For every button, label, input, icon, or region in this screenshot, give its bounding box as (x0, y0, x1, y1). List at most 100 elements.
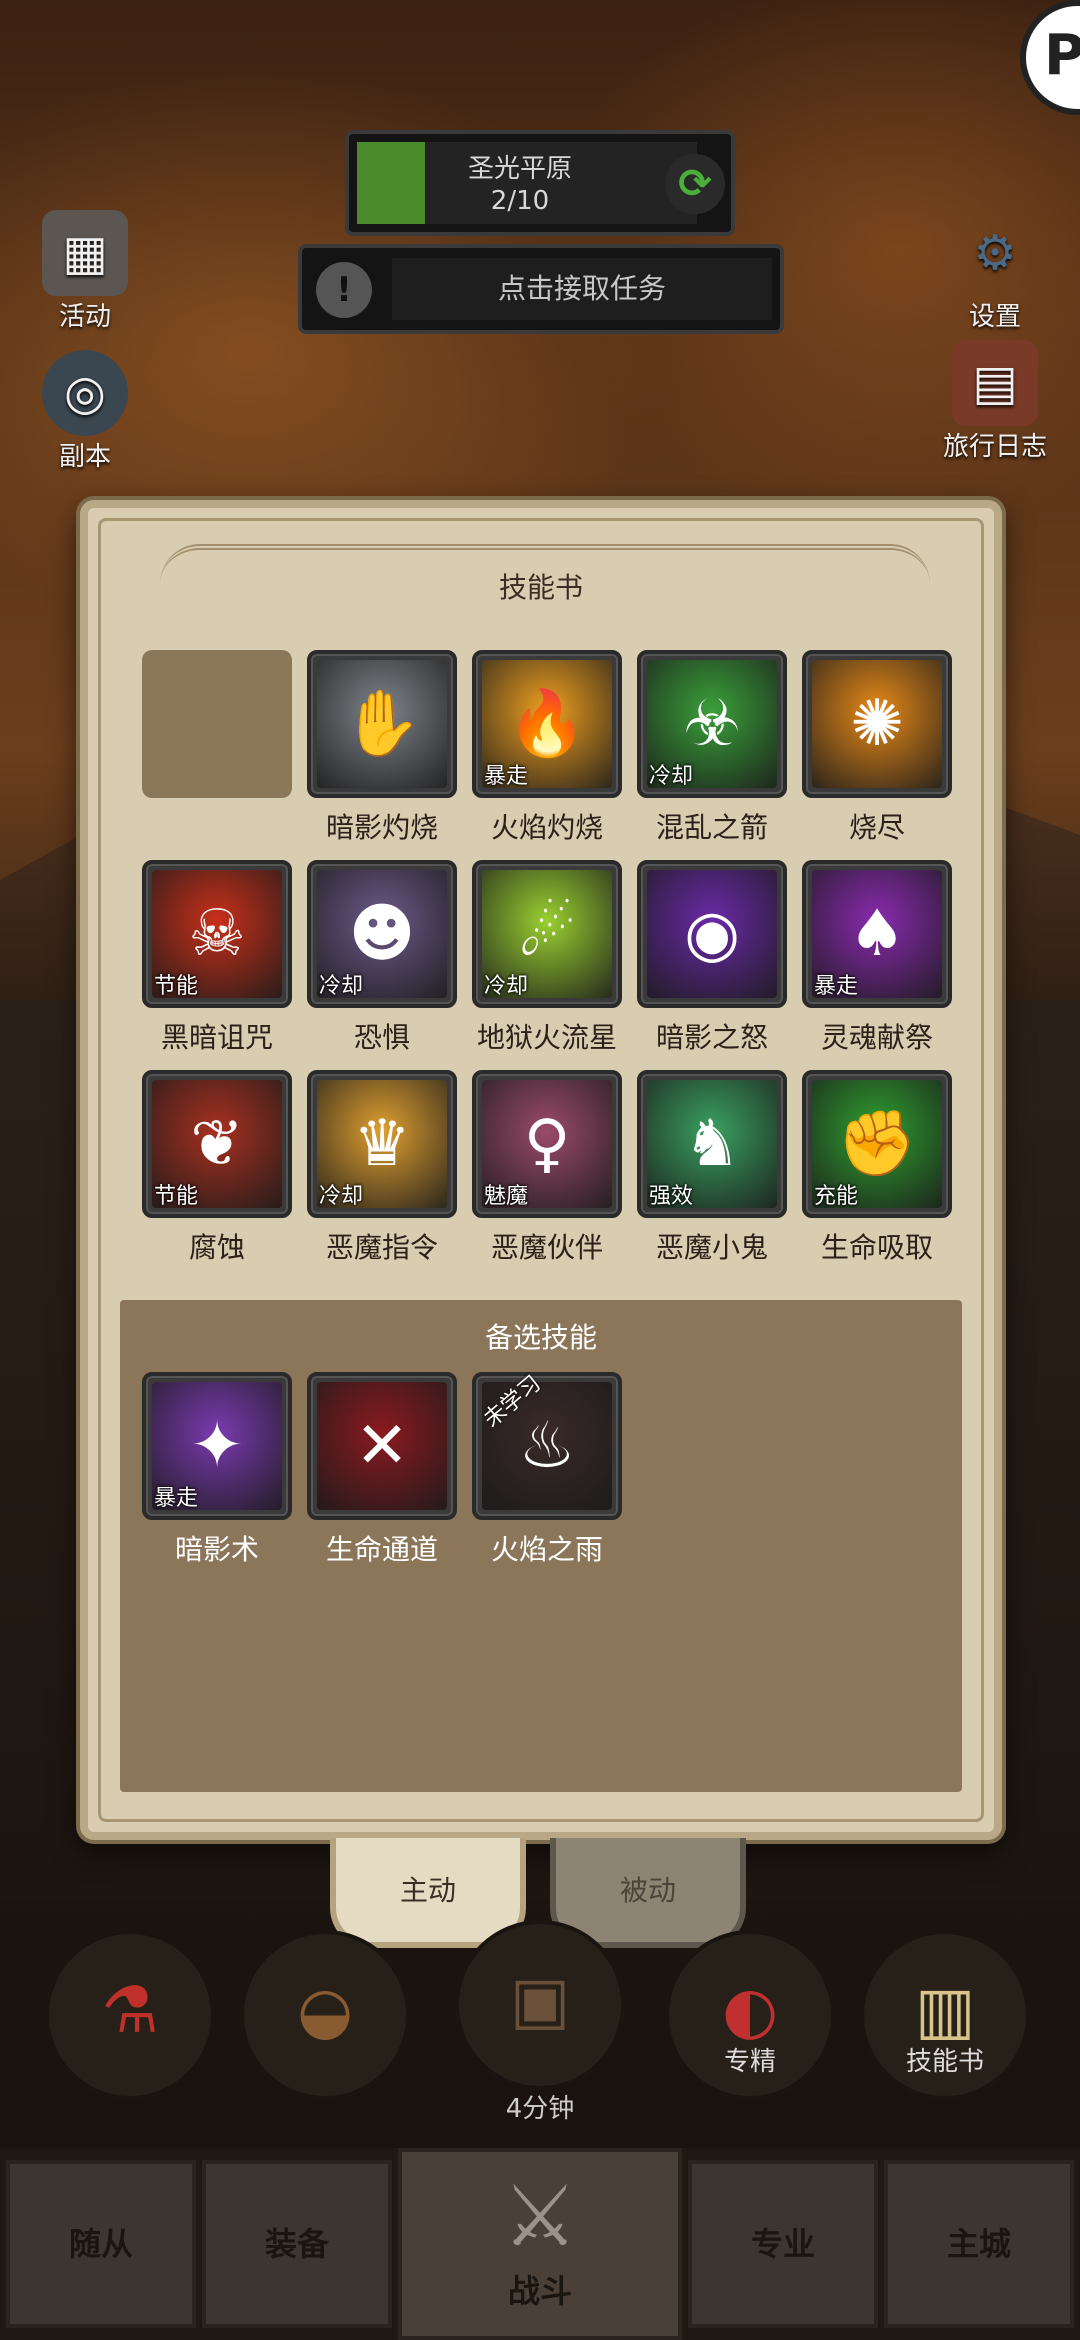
skill-slot[interactable]: ♨ 未学习 火焰之雨 (472, 1371, 622, 1568)
potion-icon: ⚗ (101, 1974, 159, 2048)
skill-glyph: ✕ (355, 1409, 409, 1483)
skill-modifier-tag: 节能 (154, 1184, 199, 1209)
journal-icon: ▤ (952, 340, 1038, 426)
skill-frame: ✋ (307, 650, 457, 798)
skill-frame: ♠ 暴走 (802, 860, 952, 1008)
zone-name: 圣光平原 (467, 154, 572, 184)
skill-frame: ✕ (307, 1372, 457, 1520)
skill-slot[interactable]: ✕ 生命通道 (307, 1372, 457, 1568)
treasure-chest-icon: ▣ (509, 1964, 571, 2038)
skill-frame: ✊ 充能 (802, 1070, 952, 1218)
skill-name: 混乱之箭 (655, 811, 768, 844)
panel-title: 技能书 (498, 571, 583, 604)
skill-modifier-tag: 冷却 (319, 1184, 364, 1209)
skill-book-button[interactable]: ▥ 技能书 (860, 1930, 1030, 2100)
chest-timer: 4分钟 (505, 2094, 575, 2124)
incinerate-icon: ✺ (812, 660, 942, 788)
skill-frame: ♞ 强效 (637, 1070, 787, 1218)
activity-button[interactable]: ▦ 活动 (20, 210, 150, 333)
skill-slot[interactable]: ☣ 冷却混乱之箭 (637, 650, 787, 846)
skill-glyph: ✋ (342, 687, 422, 761)
nav-equipment[interactable]: 装备 (202, 2160, 392, 2328)
gear-icon: ⚙ (973, 225, 1017, 281)
nav-battle-label: 战斗 (507, 2272, 572, 2310)
skill-frame: 🔥 暴走 (472, 650, 622, 798)
specialization-icon: ◐ (722, 1974, 778, 2048)
skill-slot[interactable]: ◉ 暗影之怒 (637, 860, 787, 1056)
skill-name: 火焰之雨 (490, 1533, 603, 1566)
skill-name: 恶魔伙伴 (490, 1231, 603, 1264)
skill-name: 恶魔小鬼 (655, 1231, 768, 1264)
nav-main-city[interactable]: 主城 (884, 2160, 1074, 2328)
empty-skill-slot[interactable] (142, 650, 292, 806)
skill-name: 暗影之怒 (655, 1021, 768, 1054)
skill-glyph: ♛ (353, 1107, 411, 1181)
zone-switch-icon[interactable]: ⟳ (665, 154, 725, 214)
skill-glyph: ♨ (518, 1409, 576, 1483)
quest-bar[interactable]: ! 点击接取任务 (298, 244, 784, 334)
dungeon-label: 副本 (58, 442, 111, 472)
potion-button[interactable]: ⚗ (45, 1930, 215, 2100)
skill-glyph: 🔥 (507, 687, 587, 761)
food-button[interactable]: ◒ (240, 1930, 410, 2100)
skill-slot[interactable]: ☠ 节能 黑暗诅咒 (142, 860, 292, 1056)
skill-name: 恶魔指令 (325, 1231, 438, 1264)
skill-modifier-tag: 冷却 (649, 764, 694, 789)
nav-battle[interactable]: ⚔ 战斗 (398, 2148, 682, 2340)
skill-slot[interactable]: ♛ 冷却恶魔指令 (307, 1070, 457, 1266)
skill-frame: ♛ 冷却 (307, 1070, 457, 1218)
skill-frame: ❦ 节能 (142, 1070, 292, 1218)
skill-name: 生命通道 (325, 1533, 438, 1566)
alternate-skills-title: 备选技能 (484, 1321, 597, 1354)
skill-slot[interactable]: 🔥 暴走火焰灼烧 (472, 650, 622, 846)
skill-glyph: ☄ (518, 897, 576, 971)
skill-slot[interactable]: ☻ 冷却 恐惧 (307, 860, 457, 1056)
dungeon-button[interactable]: ◎ 副本 (20, 350, 150, 473)
skill-name: 火焰灼烧 (490, 811, 603, 844)
skill-name: 地狱火流星 (476, 1021, 617, 1054)
skill-glyph: ☠ (188, 897, 246, 971)
activity-label: 活动 (58, 302, 111, 332)
skill-slot[interactable]: ☄ 冷却地狱火流星 (472, 860, 622, 1056)
zone-progress-count: 2/10 (490, 186, 550, 216)
skill-modifier-tag: 节能 (154, 974, 199, 999)
skill-slot[interactable]: ✋ 暗影灼烧 (307, 650, 457, 846)
skill-slot[interactable]: ♞ 强效恶魔小鬼 (637, 1070, 787, 1266)
bread-icon: ◒ (297, 1974, 353, 2048)
nav-followers[interactable]: 随从 (6, 2160, 196, 2328)
skill-glyph: ✊ (837, 1107, 917, 1181)
bottom-nav: 随从 装备 ⚔ 战斗 专业 主城 (0, 2148, 1080, 2340)
skill-modifier-tag: 暴走 (484, 764, 529, 789)
skill-frame (142, 650, 292, 798)
skill-glyph: ◉ (684, 897, 740, 971)
skill-glyph: ✺ (850, 687, 904, 761)
skill-slot[interactable]: ♠ 暴走灵魂献祭 (802, 860, 952, 1056)
skill-name: 暗影术 (174, 1533, 259, 1566)
skill-book-panel: 技能书 ✋ 暗影灼烧 🔥 暴走 火焰灼烧 ☣ 冷却 混乱之箭 ✺ 烧尽 ☠ 节能 黑暗诅咒 ☻ 冷却 恐惧 ☄ 冷… (80, 500, 1002, 1840)
skill-glyph: ☣ (683, 687, 741, 761)
skill-frame: ♀ 魅魔 (472, 1070, 622, 1218)
skill-slot[interactable]: ❦ 节能 腐蚀 (142, 1070, 292, 1266)
quest-accept-text[interactable]: 点击接取任务 (392, 258, 772, 320)
specialization-button[interactable]: ◐ 专精 (665, 1930, 835, 2100)
skill-slot[interactable]: ✺ 烧尽 (802, 650, 952, 846)
dungeon-portal-icon: ◎ (42, 350, 128, 436)
skill-book-label: 技能书 (905, 2047, 984, 2077)
skill-frame: ✦ 暴走 (142, 1372, 292, 1520)
skill-name: 灵魂献祭 (820, 1021, 933, 1054)
travel-journal-label: 旅行日志 (942, 432, 1047, 462)
zone-progress-bar[interactable]: 圣光平原 2/10 ⟳ (345, 130, 735, 236)
treasure-chest-button[interactable]: ▣ (455, 1920, 625, 2090)
skill-slot[interactable]: ♀ 魅魔恶魔伙伴 (472, 1070, 622, 1266)
settings-button[interactable]: ⚙ 设置 (930, 210, 1060, 333)
skill-glyph: ✦ (190, 1409, 244, 1483)
skill-modifier-tag: 冷却 (319, 974, 364, 999)
travel-journal-button[interactable]: ▤ 旅行日志 (930, 340, 1060, 463)
skill-slot[interactable]: ✊ 充能 生命吸取 (802, 1070, 952, 1266)
skill-frame: ◉ (637, 860, 787, 1008)
shadow-burn-icon: ✋ (317, 660, 447, 788)
settings-label: 设置 (968, 302, 1021, 332)
skill-frame: ☄ 冷却 (472, 860, 622, 1008)
nav-profession[interactable]: 专业 (688, 2160, 878, 2328)
skill-slot[interactable]: ✦ 暴走暗影术 (142, 1372, 292, 1568)
